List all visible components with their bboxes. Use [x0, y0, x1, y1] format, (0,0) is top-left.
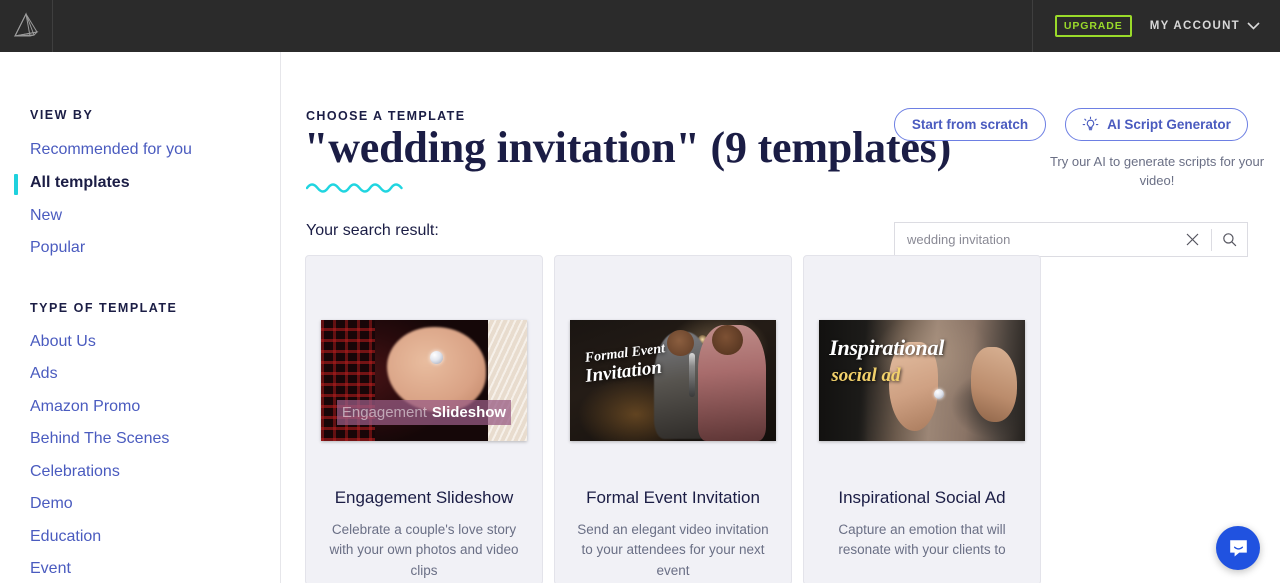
brand-logo[interactable] [0, 0, 53, 52]
search-box [894, 222, 1248, 257]
sidebar-active-accent [14, 174, 18, 195]
magnifier-icon [1223, 233, 1237, 247]
thumbnail-hand-right [971, 346, 1017, 422]
logo-icon [14, 12, 39, 37]
template-grid: Engagement Slideshow Engagement Slidesho… [305, 255, 1041, 583]
sidebar-item-new[interactable]: New [30, 208, 62, 224]
thumbnail-singer-left-head [666, 329, 694, 357]
my-account-menu[interactable]: MY ACCOUNT [1150, 20, 1260, 32]
sidebar-item-demo[interactable]: Demo [30, 496, 73, 512]
chat-launcher-button[interactable] [1216, 526, 1260, 570]
thumbnail-title-line-1: Inspirational [829, 334, 945, 360]
chat-bubble-icon [1229, 539, 1247, 556]
clear-search-icon[interactable] [1174, 232, 1211, 247]
sidebar-item-amazon-promo[interactable]: Amazon Promo [30, 399, 140, 415]
sidebar-item-popular[interactable]: Popular [30, 240, 85, 256]
thumbnail-title-line-2: social ad [831, 364, 901, 386]
page-title: "wedding invitation" (9 templates) [304, 123, 952, 172]
template-thumbnail: Formal Event Invitation [570, 320, 776, 441]
sidebar-item-education[interactable]: Education [30, 529, 101, 545]
start-from-scratch-label: Start from scratch [911, 117, 1029, 132]
thumbnail-title-word-1: Engagement [341, 404, 427, 422]
thumbnail-microphone [689, 352, 696, 397]
template-thumbnail: Engagement Slideshow [321, 320, 527, 441]
ai-script-generator-button[interactable]: AI Script Generator [1065, 108, 1248, 141]
ai-caption: Try our AI to generate scripts for your … [1049, 154, 1265, 188]
search-result-label: Your search result: [306, 222, 439, 239]
choose-a-template-eyebrow: CHOOSE A TEMPLATE [306, 109, 466, 123]
sidebar-item-event[interactable]: Event [30, 561, 71, 577]
main-content: CHOOSE A TEMPLATE "wedding invitation" (… [282, 52, 1280, 583]
close-icon [1186, 233, 1199, 246]
template-card-title: Engagement Slideshow [334, 488, 514, 507]
template-thumbnail: Inspirational social ad [819, 320, 1025, 441]
sidebar-item-all-templates[interactable]: All templates [30, 175, 130, 191]
thumbnail-singer-right-head [712, 324, 744, 356]
template-card[interactable]: Inspirational social ad Inspirational So… [803, 255, 1041, 583]
sidebar-item-about-us[interactable]: About Us [30, 334, 96, 350]
wavy-underline-icon [306, 183, 403, 193]
ai-script-generator-label: AI Script Generator [1107, 117, 1231, 132]
search-input[interactable] [895, 232, 1174, 247]
template-card-title: Inspirational Social Ad [838, 488, 1006, 507]
template-card[interactable]: Formal Event Invitation Formal Event Inv… [554, 255, 792, 583]
sidebar-item-ads[interactable]: Ads [30, 366, 58, 382]
search-submit-icon[interactable] [1212, 232, 1247, 247]
thumbnail-title-word-2: Slideshow [431, 404, 507, 422]
template-card-description: Send an elegant video invitation to your… [577, 522, 769, 578]
lightbulb-icon [1082, 116, 1099, 131]
upgrade-button[interactable]: UPGRADE [1054, 14, 1132, 38]
top-bar: UPGRADE MY ACCOUNT [0, 0, 1280, 52]
sidebar-item-recommended-for-you[interactable]: Recommended for you [30, 142, 192, 158]
sidebar-item-behind-the-scenes[interactable]: Behind The Scenes [30, 431, 169, 447]
my-account-label: MY ACCOUNT [1149, 20, 1240, 32]
template-card-description: Capture an emotion that will resonate wi… [838, 522, 1006, 558]
sidebar-heading-view-by: VIEW BY [30, 108, 94, 122]
chevron-down-icon [1247, 22, 1260, 30]
template-card-title: Formal Event Invitation [586, 488, 760, 507]
top-bar-actions: UPGRADE MY ACCOUNT [1031, 0, 1280, 52]
sidebar-item-celebrations[interactable]: Celebrations [30, 464, 120, 480]
sidebar: VIEW BY Recommended for you All template… [0, 52, 281, 583]
template-card[interactable]: Engagement Slideshow Engagement Slidesho… [305, 255, 543, 583]
template-card-description: Celebrate a couple's love story with you… [329, 522, 519, 578]
start-from-scratch-button[interactable]: Start from scratch [894, 108, 1046, 141]
thumbnail-title-band: Engagement Slideshow [337, 400, 511, 426]
sidebar-heading-type-of-template: TYPE OF TEMPLATE [30, 301, 178, 315]
